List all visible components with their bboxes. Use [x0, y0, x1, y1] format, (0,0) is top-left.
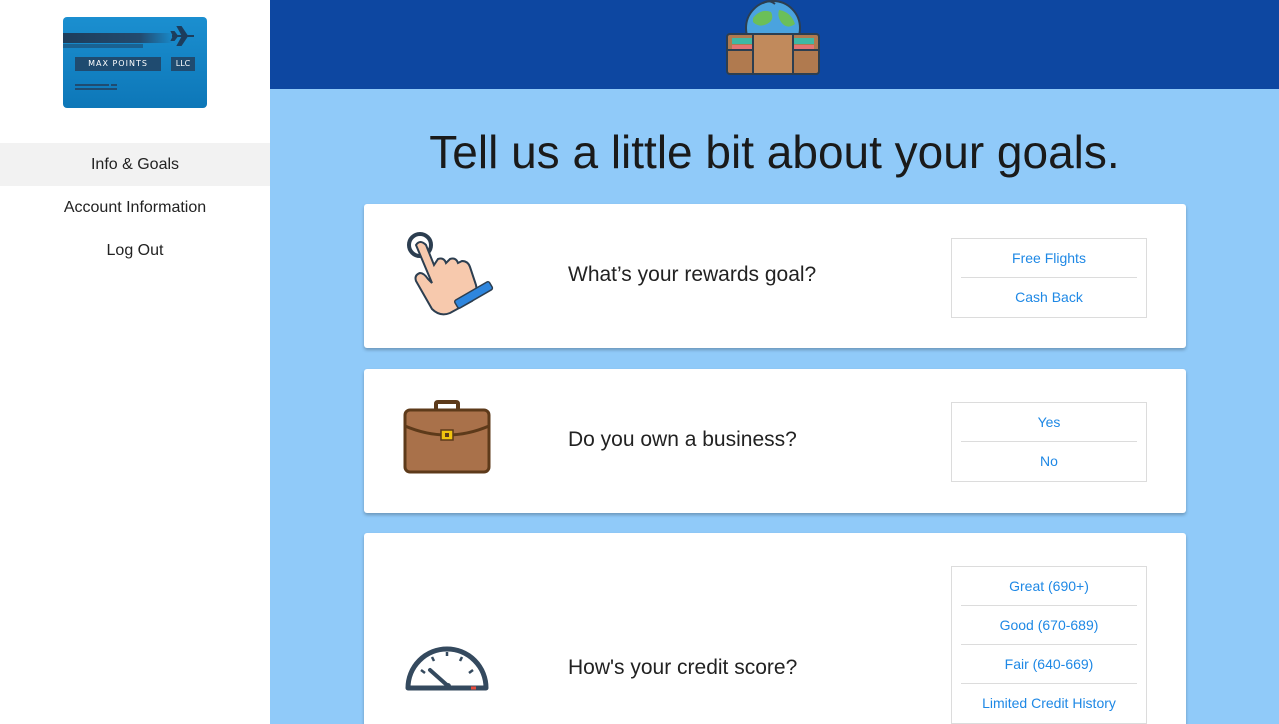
airplane-icon — [170, 26, 194, 46]
logo-line — [75, 84, 109, 86]
header-bar — [270, 0, 1279, 89]
question-card-business: Do you own a business? Yes No — [364, 369, 1186, 513]
sidebar: MAX POINTS LLC Info & Goals Account Info… — [0, 0, 270, 724]
question-text: What’s your rewards goal? — [568, 263, 817, 286]
logo-suffix-text: LLC — [171, 57, 195, 71]
question-card-credit-score: How's your credit score? Great (690+) Go… — [364, 533, 1186, 724]
main-content: Tell us a little bit about your goals. W… — [270, 89, 1279, 724]
rewards-goal-options: Free Flights Cash Back — [951, 238, 1147, 318]
logo-stripe-thin — [63, 44, 143, 48]
briefcase-icon — [403, 400, 491, 474]
logo-brand-text: MAX POINTS — [75, 57, 161, 71]
sidebar-item-log-out[interactable]: Log Out — [0, 229, 270, 272]
pointing-hand-icon — [407, 232, 494, 316]
page-title: Tell us a little bit about your goals. — [429, 126, 1120, 178]
business-options: Yes No — [951, 402, 1147, 482]
speedometer-icon — [405, 646, 489, 691]
sidebar-item-info-goals[interactable]: Info & Goals — [0, 143, 270, 186]
option-free-flights[interactable]: Free Flights — [961, 239, 1137, 278]
option-great[interactable]: Great (690+) — [961, 567, 1137, 606]
max-points-logo[interactable]: MAX POINTS LLC — [63, 17, 207, 108]
wallet-globe-icon — [726, 0, 820, 75]
logo-stripe — [63, 33, 173, 43]
option-yes[interactable]: Yes — [961, 403, 1137, 442]
sidebar-item-account-information[interactable]: Account Information — [0, 186, 270, 229]
option-fair[interactable]: Fair (640-669) — [961, 645, 1137, 684]
credit-score-options: Great (690+) Good (670-689) Fair (640-66… — [951, 566, 1147, 724]
option-no[interactable]: No — [961, 442, 1137, 481]
logo-line — [111, 88, 117, 90]
question-text: Do you own a business? — [568, 428, 797, 451]
logo-line — [111, 84, 117, 86]
sidebar-nav: Info & Goals Account Information Log Out — [0, 143, 270, 272]
question-card-rewards-goal: What’s your rewards goal? Free Flights C… — [364, 204, 1186, 348]
option-cash-back[interactable]: Cash Back — [961, 278, 1137, 317]
option-good[interactable]: Good (670-689) — [961, 606, 1137, 645]
option-limited-credit-history[interactable]: Limited Credit History — [961, 684, 1137, 723]
question-text: How's your credit score? — [568, 656, 798, 679]
logo-line — [75, 88, 115, 90]
